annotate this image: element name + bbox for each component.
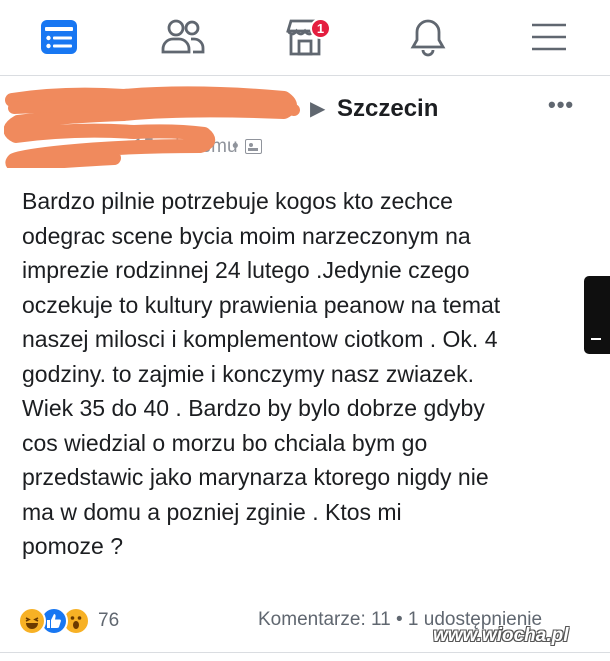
post-text: Bardzo pilnie potrzebuje kogos kto zechc…	[22, 188, 501, 559]
marketplace-tab[interactable]: 1	[280, 12, 331, 62]
redaction-scribble	[4, 86, 300, 168]
reactions-summary[interactable]: 76	[18, 604, 119, 638]
side-tab[interactable]	[584, 276, 610, 354]
reaction-count: 76	[98, 610, 120, 631]
watermark: www.wiocha.pl	[433, 625, 569, 646]
more-options-button[interactable]: •••	[548, 92, 574, 118]
top-navigation: 1	[0, 0, 610, 76]
menu-tab[interactable]	[524, 12, 574, 62]
divider	[0, 652, 610, 653]
bell-icon	[410, 17, 446, 57]
friends-icon	[161, 18, 205, 56]
notification-badge: 1	[310, 18, 331, 39]
arrow-right-icon: ▶	[310, 98, 326, 120]
notifications-tab[interactable]	[403, 12, 453, 62]
hamburger-icon	[530, 21, 568, 53]
news-feed-tab[interactable]	[34, 12, 84, 62]
post-location[interactable]: Szczecin	[337, 95, 438, 123]
feed-icon	[39, 18, 79, 56]
haha-icon	[18, 607, 46, 635]
friends-tab[interactable]	[158, 12, 208, 62]
